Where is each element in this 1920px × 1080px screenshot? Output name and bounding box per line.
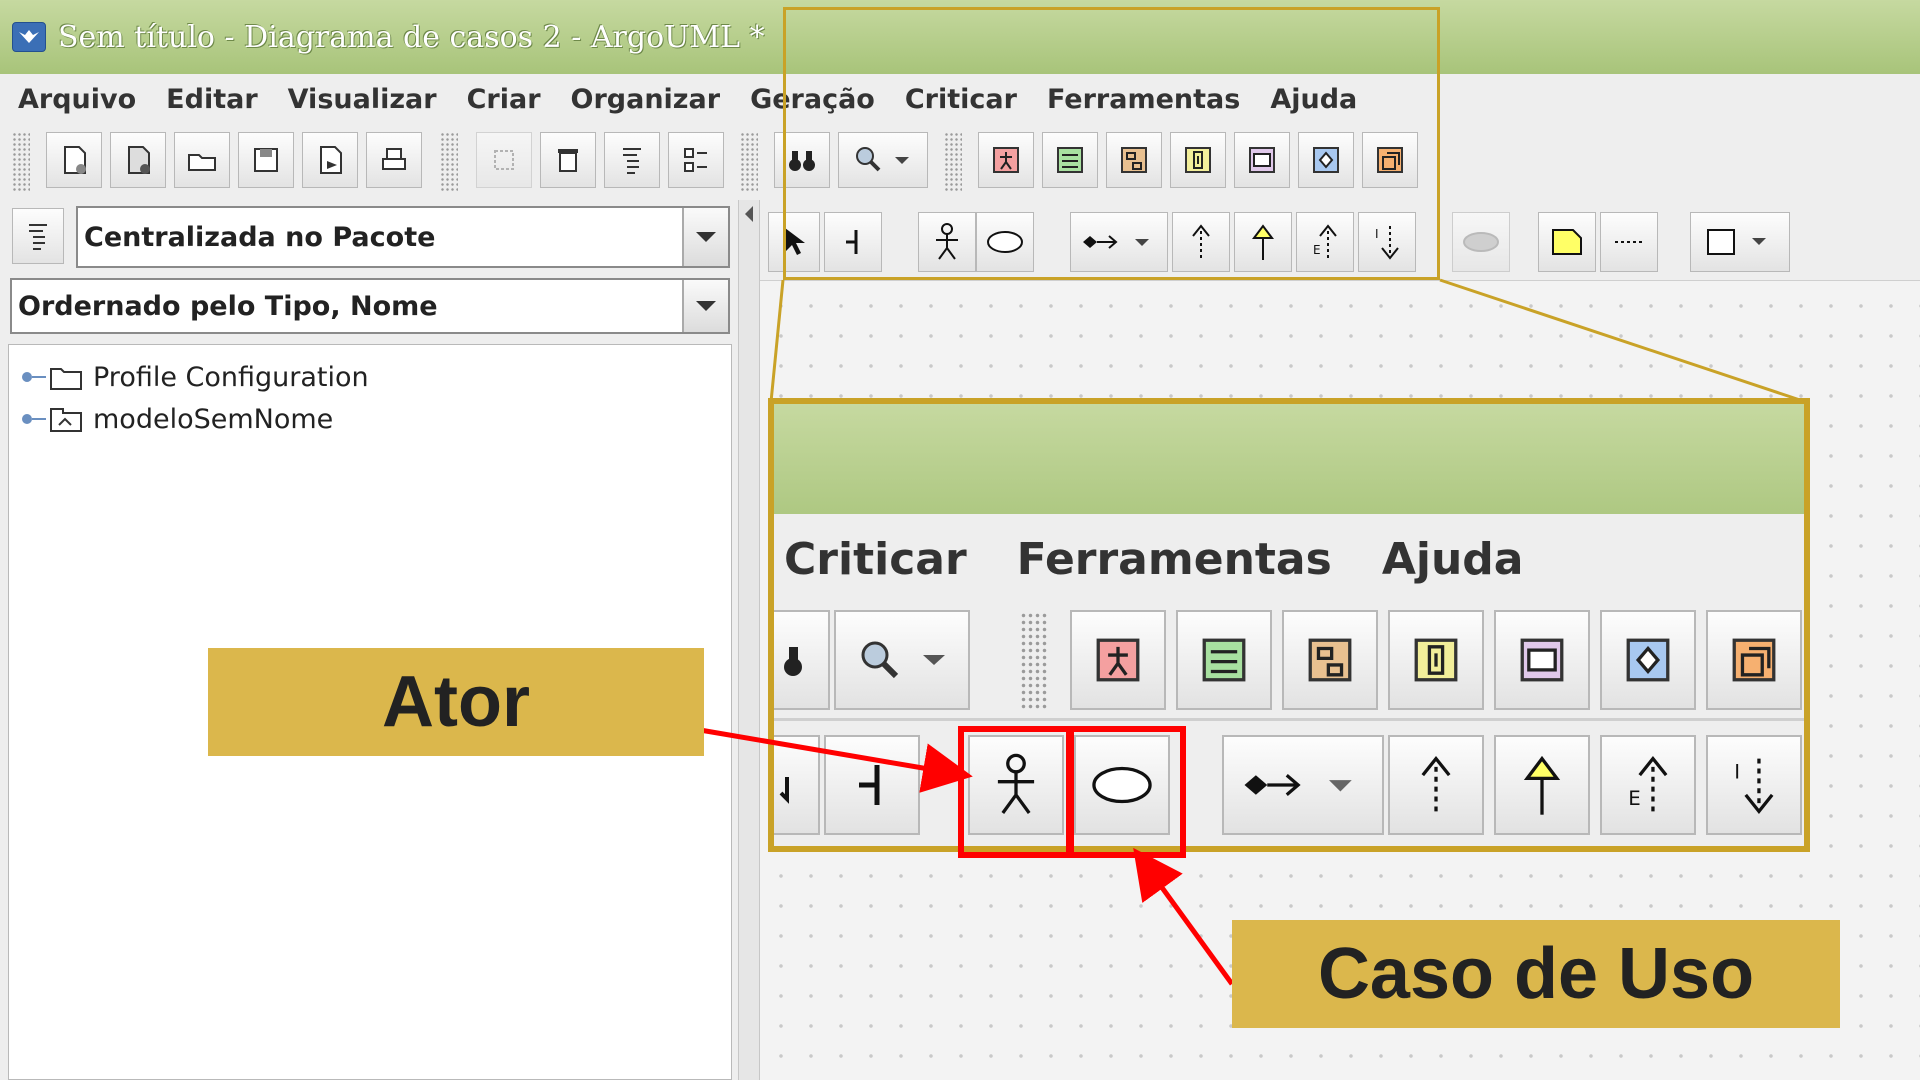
actor-callout-label: Ator [208,648,704,756]
use-case-callout-arrow [1133,847,1235,986]
use-case-callout-label: Caso de Uso [1232,920,1840,1028]
actor-callout-text: Ator [382,662,530,742]
callout-arrows [699,727,1235,986]
actor-callout-arrow [699,727,973,793]
use-case-callout-text: Caso de Uso [1317,934,1755,1014]
